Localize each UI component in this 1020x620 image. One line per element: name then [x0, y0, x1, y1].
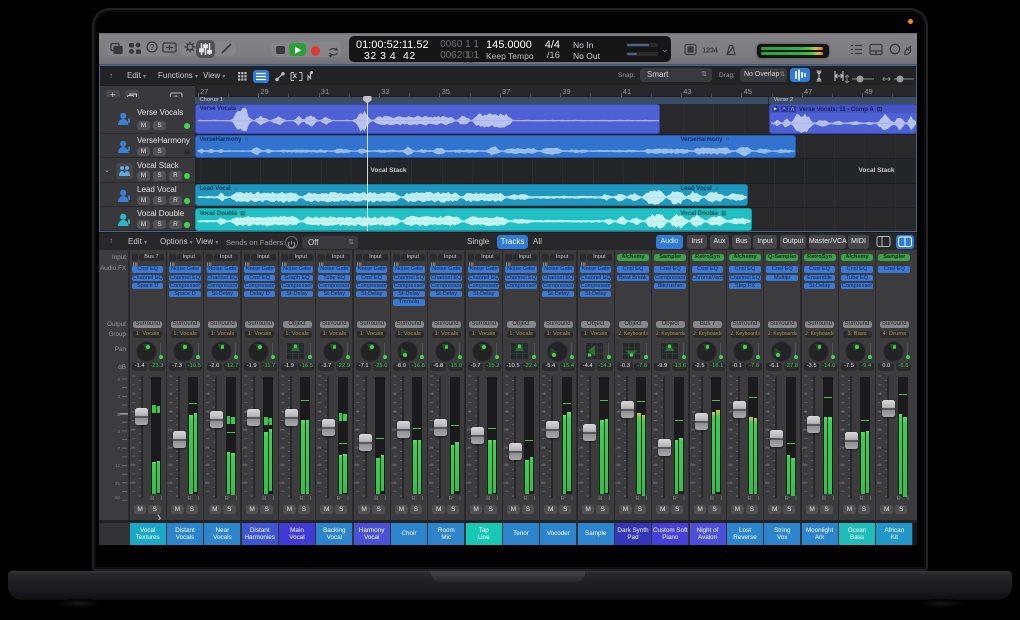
svg-text:?: ? — [150, 43, 155, 52]
svg-text:1234: 1234 — [702, 47, 718, 54]
